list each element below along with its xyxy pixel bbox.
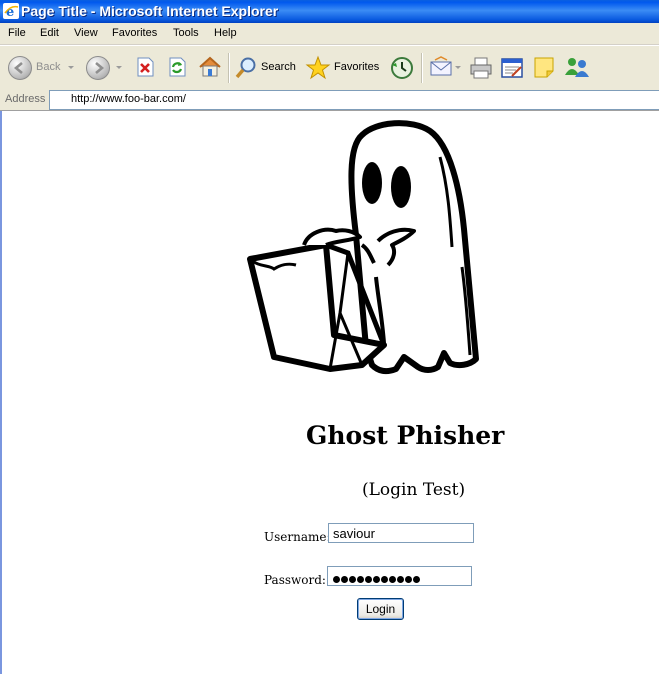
- internet-explorer-icon: e: [3, 3, 19, 19]
- home-button[interactable]: [196, 46, 224, 89]
- window-title: Page Title - Microsoft Internet Explorer: [21, 3, 279, 19]
- menu-favorites[interactable]: Favorites: [112, 27, 157, 39]
- mail-envelope-icon: [430, 56, 452, 76]
- search-icon: [235, 57, 256, 79]
- favorites-star-icon: [305, 55, 331, 80]
- toolbar: Back Search Favorites: [0, 45, 659, 90]
- address-url: http://www.foo-bar.com/: [71, 93, 186, 105]
- password-mask-dot: [373, 576, 380, 583]
- back-button[interactable]: Back: [6, 46, 80, 89]
- address-bar: Address http://www.foo-bar.com/: [0, 89, 659, 111]
- password-mask-dot: [381, 576, 388, 583]
- search-label: Search: [261, 61, 296, 73]
- history-clock-icon: [391, 57, 413, 79]
- printer-icon: [470, 57, 492, 79]
- mail-button[interactable]: [427, 46, 465, 89]
- back-arrow-icon: [8, 56, 32, 80]
- login-button[interactable]: Login: [357, 598, 404, 620]
- password-mask-dot: [413, 576, 420, 583]
- refresh-button[interactable]: [164, 46, 190, 89]
- menu-view[interactable]: View: [74, 27, 98, 39]
- username-label: Username:: [264, 530, 331, 544]
- title-bar: e Page Title - Microsoft Internet Explor…: [0, 0, 659, 23]
- password-mask-dot: [405, 576, 412, 583]
- stop-icon: [137, 57, 154, 77]
- menu-edit[interactable]: Edit: [40, 27, 59, 39]
- address-label: Address: [5, 93, 46, 105]
- page-content: Ghost Phisher (Login Test) Username: Pas…: [0, 111, 659, 674]
- home-icon: [199, 56, 221, 77]
- password-mask-dot: [389, 576, 396, 583]
- messenger-users-icon: [565, 58, 589, 77]
- menu-tools[interactable]: Tools: [173, 27, 199, 39]
- password-mask-dot: [333, 576, 340, 583]
- forward-arrow-icon: [86, 56, 110, 80]
- discuss-button[interactable]: [530, 46, 558, 89]
- password-mask-dot: [365, 576, 372, 583]
- page-subheading: (Login Test): [362, 480, 466, 500]
- search-button[interactable]: Search: [233, 46, 297, 89]
- print-button[interactable]: [467, 46, 495, 89]
- password-mask-dot: [349, 576, 356, 583]
- menu-help[interactable]: Help: [214, 27, 237, 39]
- password-mask-dot: [397, 576, 404, 583]
- edit-button[interactable]: [497, 46, 527, 89]
- password-masked-value: [333, 571, 421, 586]
- history-button[interactable]: [388, 46, 416, 89]
- menu-bar: File Edit View Favorites Tools Help: [0, 23, 659, 45]
- toolbar-separator: [228, 53, 230, 83]
- back-label: Back: [36, 61, 61, 73]
- stop-button[interactable]: [132, 46, 158, 89]
- favorites-label: Favorites: [334, 61, 380, 73]
- ghost-logo-image: [247, 120, 479, 375]
- page-heading: Ghost Phisher: [306, 421, 505, 450]
- password-mask-dot: [341, 576, 348, 583]
- password-input[interactable]: [327, 566, 472, 586]
- messenger-button[interactable]: [561, 46, 591, 89]
- back-dropdown-icon[interactable]: [68, 66, 74, 69]
- password-mask-dot: [357, 576, 364, 583]
- sticky-note-icon: [534, 57, 554, 78]
- menu-file[interactable]: File: [8, 27, 26, 39]
- refresh-icon: [169, 57, 186, 77]
- username-input[interactable]: [328, 523, 474, 543]
- address-input[interactable]: http://www.foo-bar.com/: [49, 90, 659, 110]
- favorites-button[interactable]: Favorites: [304, 46, 382, 89]
- toolbar-separator: [421, 53, 423, 83]
- forward-dropdown-icon[interactable]: [116, 66, 122, 69]
- password-label: Password:: [264, 573, 326, 587]
- mail-dropdown-icon[interactable]: [455, 66, 461, 69]
- edit-page-icon: [501, 58, 523, 78]
- forward-button[interactable]: [86, 46, 126, 89]
